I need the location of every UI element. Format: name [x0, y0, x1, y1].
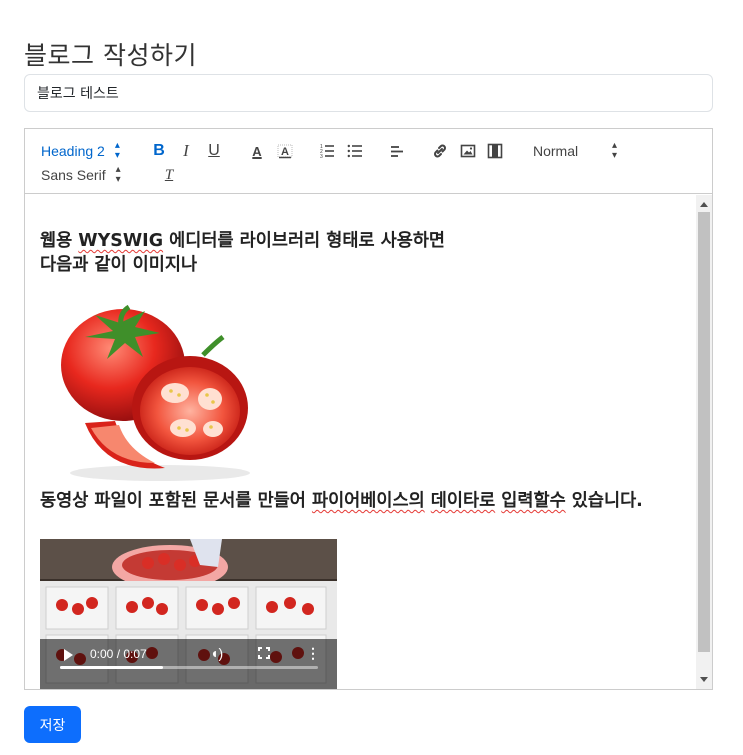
page-title: 블로그 작성하기: [24, 41, 197, 70]
image-icon: [460, 144, 476, 158]
link-button[interactable]: [430, 141, 450, 161]
save-button[interactable]: 저장: [24, 706, 81, 743]
paragraph-1: 웹용 WYSWIG 에디터를 라이브러리 형태로 사용하면 다음과 같이 이미지…: [40, 231, 446, 275]
more-icon[interactable]: ⋮: [306, 645, 320, 662]
video-time: 0:00 / 0:07: [90, 647, 147, 661]
bullet-list-button[interactable]: [345, 141, 365, 161]
title-input[interactable]: [24, 74, 713, 112]
chevron-updown-icon: ▴ ▾: [114, 140, 120, 161]
video-progress-fill: [60, 666, 164, 669]
header-select[interactable]: Heading 2 ▴ ▾: [41, 141, 120, 161]
video-player[interactable]: 0:00 / 0:07 ◖) ⋮: [40, 539, 337, 689]
fullscreen-icon[interactable]: [258, 647, 270, 659]
underline-button[interactable]: U: [204, 141, 224, 161]
video-progress-bar[interactable]: [60, 666, 318, 669]
size-select-label: Normal: [533, 143, 579, 159]
ordered-list-button[interactable]: 123: [317, 141, 337, 161]
chevron-updown-icon: ▴ ▾: [611, 140, 617, 161]
video-icon: [487, 143, 503, 159]
font-select[interactable]: Sans Serif ▴ ▾: [41, 165, 121, 185]
size-select[interactable]: Normal ▴ ▾: [533, 141, 617, 161]
scroll-down-icon[interactable]: [700, 677, 708, 682]
font-select-label: Sans Serif: [41, 167, 106, 183]
text-color-button[interactable]: A: [247, 141, 267, 161]
volume-icon[interactable]: ◖): [210, 645, 223, 661]
paragraph-2: 동영상 파일이 포함된 문서를 만들어 파이어베이스의 데이타로 입력할수 있습…: [40, 491, 643, 511]
ordered-list-icon: 123: [320, 144, 334, 159]
video-button[interactable]: [485, 141, 505, 161]
align-icon: [391, 146, 403, 157]
editor-toolbar: Heading 2 ▴ ▾ B I U A A 123 Normal ▴ ▾ S…: [25, 129, 712, 194]
editor-scrollbar[interactable]: [696, 195, 712, 689]
bullet-list-icon: [347, 144, 362, 158]
editor-content[interactable]: 웹용 WYSWIG 에디터를 라이브러리 형태로 사용하면 다음과 같이 이미지…: [25, 195, 696, 689]
chevron-updown-icon: ▴ ▾: [115, 164, 121, 185]
play-icon[interactable]: [64, 649, 73, 661]
clear-format-button[interactable]: T: [159, 165, 179, 185]
tomato-image: [61, 304, 250, 481]
link-icon: [434, 144, 446, 158]
background-color-icon: A: [277, 144, 293, 159]
svg-text:A: A: [281, 146, 289, 158]
align-button[interactable]: [387, 141, 407, 161]
background-color-button[interactable]: A: [275, 141, 295, 161]
italic-button[interactable]: I: [176, 141, 196, 161]
bold-button[interactable]: B: [149, 141, 169, 161]
rich-text-editor: Heading 2 ▴ ▾ B I U A A 123 Normal ▴ ▾ S…: [24, 128, 713, 690]
svg-text:3: 3: [320, 154, 323, 159]
scrollbar-thumb[interactable]: [698, 212, 710, 652]
clear-format-icon: T: [164, 166, 174, 183]
header-select-label: Heading 2: [41, 143, 105, 159]
video-controls: 0:00 / 0:07 ◖) ⋮: [40, 641, 337, 667]
image-button[interactable]: [458, 141, 478, 161]
scroll-up-icon[interactable]: [700, 202, 708, 207]
